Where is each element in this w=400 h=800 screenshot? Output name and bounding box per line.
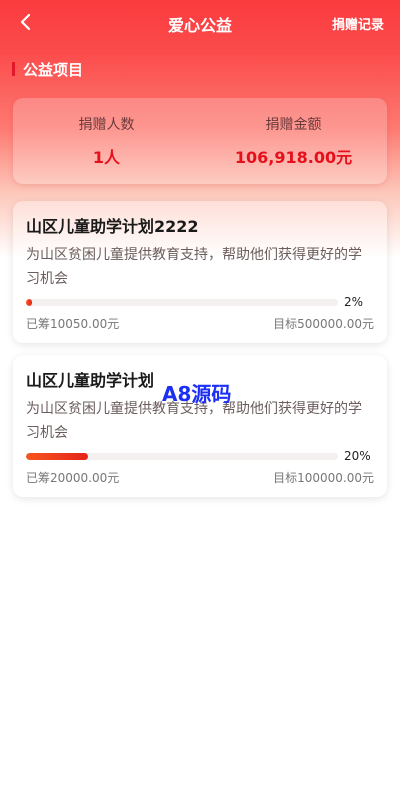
- raised-amount: 已筹10050.00元: [26, 317, 120, 331]
- project-description: 为山区贫困儿童提供教育支持，帮助他们获得更好的学习机会: [26, 247, 362, 287]
- progress-row: 2%: [26, 293, 374, 311]
- watermark: A8源码: [162, 382, 232, 406]
- progress-track: [26, 298, 338, 306]
- project-card[interactable]: 山区儿童助学计划 为山区贫困儿童提供教育支持，帮助他们获得更好的学习机会 20%…: [13, 355, 387, 497]
- amount-value: 106,918.00元: [234, 148, 353, 167]
- progress-percent: 20%: [344, 449, 371, 463]
- stats-card: 捐赠人数 1人 捐赠金额 106,918.00元: [13, 98, 387, 184]
- amount-row: 已筹10050.00元 目标500000.00元: [26, 315, 374, 332]
- donors-value: 1人: [92, 148, 121, 167]
- section-accent-bar: [12, 62, 15, 76]
- raised-amount: 已筹20000.00元: [26, 471, 120, 485]
- donation-records-link[interactable]: 捐赠记录: [332, 14, 384, 33]
- amount-stat: 捐赠金额 106,918.00元: [200, 98, 387, 184]
- progress-track: [26, 452, 338, 460]
- top-bar: 爱心公益 捐赠记录: [0, 0, 400, 46]
- progress-fill: [26, 298, 33, 306]
- donors-label: 捐赠人数: [78, 117, 135, 133]
- progress-row: 20%: [26, 447, 374, 465]
- amount-row: 已筹20000.00元 目标100000.00元: [26, 469, 374, 486]
- project-card[interactable]: 山区儿童助学计划2222 为山区贫困儿童提供教育支持，帮助他们获得更好的学习机会…: [13, 201, 387, 343]
- donors-stat: 捐赠人数 1人: [13, 98, 200, 184]
- target-amount: 目标100000.00元: [273, 471, 374, 485]
- section-title: 公益项目: [23, 60, 84, 79]
- target-amount: 目标500000.00元: [273, 317, 374, 331]
- amount-label: 捐赠金额: [265, 117, 322, 133]
- project-title: 山区儿童助学计划2222: [26, 217, 199, 236]
- progress-fill: [26, 452, 89, 460]
- progress-percent: 2%: [344, 295, 364, 309]
- section-header: 公益项目: [12, 60, 84, 79]
